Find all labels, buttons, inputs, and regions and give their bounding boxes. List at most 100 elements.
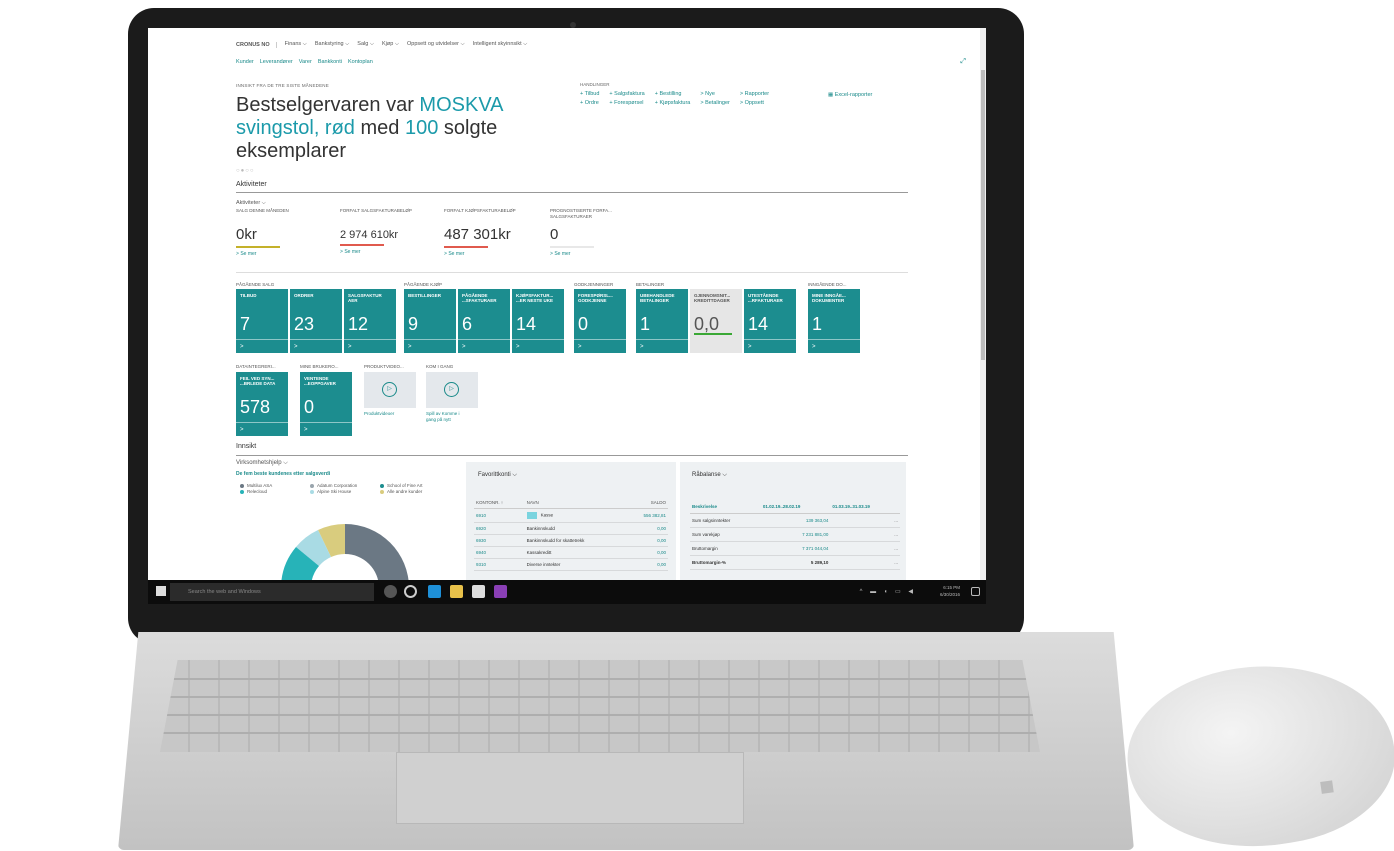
see-more-link[interactable]: > Se mer bbox=[550, 251, 640, 257]
getting-started-tile[interactable]: ▷ bbox=[426, 372, 478, 408]
table-row[interactable]: Bruttomargin 7 371 044,04... bbox=[690, 541, 900, 556]
column-header[interactable]: 01.02.19..28.02.19 bbox=[760, 500, 831, 514]
column-header[interactable]: 01.03.19..31.03.19 bbox=[830, 500, 900, 514]
action-kjopsfaktura[interactable]: + Kjøpsfaktura bbox=[655, 100, 691, 106]
table-row[interactable]: 6940 Kassakreditt 0,00 bbox=[474, 546, 668, 559]
menu-bankstyring[interactable]: Bankstyring ⌵ bbox=[315, 41, 349, 48]
donut-chart[interactable] bbox=[278, 521, 412, 580]
company-name[interactable]: CRONUS NO bbox=[236, 41, 277, 48]
store-icon[interactable] bbox=[472, 585, 485, 598]
kpi-forecast[interactable]: PROGNOSTISERTE FORFA... SALGSFAKTURAER 0 … bbox=[550, 208, 640, 257]
chart-legend: Multilux ASA Adatum Corporation School o… bbox=[240, 483, 450, 494]
tile-salgsfakturaer[interactable]: SALGSFAKTUR AER 12 > bbox=[344, 289, 396, 353]
headline-eyebrow: INNSIKT FRA DE TRE SISTE MÅNEDENE bbox=[236, 83, 329, 88]
chart-subtitle: De fem beste kundenes etter salgsverdi bbox=[236, 471, 331, 477]
trial-balance-table: Beskrivelse 01.02.19..28.02.19 01.03.19.… bbox=[690, 500, 900, 570]
action-oppsett[interactable]: > Oppsett bbox=[740, 100, 769, 106]
taskbar-search-box[interactable]: Search the web and Windows bbox=[170, 583, 374, 601]
table-row[interactable]: Bruttomargin-% 5 289,10... bbox=[690, 555, 900, 570]
tile-ubehandlede-betalinger[interactable]: UBEHANDLEDE BETALINGER 1 > bbox=[636, 289, 688, 353]
table-row[interactable]: 9310 Diverse inntekter 0,00 bbox=[474, 558, 668, 571]
action-rapporter[interactable]: > Rapporter bbox=[740, 91, 769, 97]
action-bestilling[interactable]: + Bestilling bbox=[655, 91, 691, 97]
link-leverandorer[interactable]: Leverandører bbox=[260, 59, 293, 65]
tile-tilbud[interactable]: TILBUD 7 > bbox=[236, 289, 288, 353]
kpi-overdue-purchase[interactable]: FORFALT KJØPSFAKTURABELØP 487 301kr > Se … bbox=[444, 208, 544, 257]
tile-kjopsfakturaer-neste-uke[interactable]: KJØPSFAKTUR... ...ER NESTE UKE 14 > bbox=[512, 289, 564, 353]
expand-icon[interactable]: ⤢ bbox=[960, 58, 966, 66]
notification-icon[interactable] bbox=[971, 587, 980, 596]
action-betalinger[interactable]: > Betalinger bbox=[700, 100, 730, 106]
see-more-link[interactable]: > Se mer bbox=[236, 251, 326, 257]
tile-ordrer[interactable]: ORDRER 23 > bbox=[290, 289, 342, 353]
excel-icon: ▦ bbox=[828, 92, 834, 98]
getting-started-link[interactable]: Spill av Komme i gang på nytt bbox=[426, 411, 466, 422]
row-selector[interactable] bbox=[526, 512, 537, 519]
actions-panel: HANDLINGER + Tilbud + Salgsfaktura + Bes… bbox=[580, 82, 769, 106]
activities-subtitle[interactable]: Aktiviteter ⌵ bbox=[236, 200, 266, 207]
link-kontoplan[interactable]: Kontoplan bbox=[348, 59, 373, 65]
favorite-accounts-title[interactable]: Favorittkonti ⌵ bbox=[478, 472, 517, 479]
menu-kjop[interactable]: Kjøp ⌵ bbox=[382, 41, 399, 48]
group-godkjenninger: GODKJENNINGER bbox=[574, 282, 614, 287]
tile-kredittdager[interactable]: GJENNOMSNIT... KREDITTDAGER 0,0 bbox=[690, 289, 742, 353]
business-central-screen: CRONUS NO Finans ⌵ Bankstyring ⌵ Salg ⌵ … bbox=[148, 28, 986, 580]
table-row[interactable]: Sum salgsinntekter 139 363,04... bbox=[690, 513, 900, 528]
onenote-icon[interactable] bbox=[494, 585, 507, 598]
file-explorer-icon[interactable] bbox=[450, 585, 463, 598]
chart-title[interactable]: Virksomhetshjelp ⌵ bbox=[236, 460, 288, 467]
donut-slice-multilux[interactable] bbox=[345, 524, 409, 580]
link-kunder[interactable]: Kunder bbox=[236, 59, 254, 65]
menu-oppsett[interactable]: Oppsett og utvidelser ⌵ bbox=[407, 41, 465, 48]
device-photo: CRONUS NO Finans ⌵ Bankstyring ⌵ Salg ⌵ … bbox=[0, 0, 1394, 851]
product-videos-link[interactable]: Produktvideoer bbox=[364, 411, 416, 417]
kpi-sales-month[interactable]: SALG DENNE MÅNEDEN 0kr > Se mer bbox=[236, 208, 326, 257]
quick-links: Kunder Leverandører Varer Bankkonti Kont… bbox=[236, 59, 373, 65]
link-varer[interactable]: Varer bbox=[299, 59, 312, 65]
scrollbar[interactable] bbox=[980, 28, 986, 580]
see-more-link[interactable]: > Se mer bbox=[444, 251, 544, 257]
column-header[interactable]: KONTONR. ↑ bbox=[474, 497, 525, 509]
windows-start-icon[interactable] bbox=[156, 586, 166, 596]
favorite-accounts-table: KONTONR. ↑ NAVN SALDO 6910 Kasse 556 382,8… bbox=[474, 497, 668, 571]
kpi-overdue-sales[interactable]: FORFALT SALGSFAKTURABELØP 2 974 610kr > S… bbox=[340, 208, 430, 255]
menu-salg[interactable]: Salg ⌵ bbox=[357, 41, 374, 48]
column-header[interactable]: SALDO bbox=[624, 497, 668, 509]
table-row[interactable]: 6910 Kasse 556 382,81 bbox=[474, 508, 668, 523]
carousel-dots[interactable]: ○●○○ bbox=[236, 168, 255, 174]
column-header[interactable]: Beskrivelse bbox=[690, 500, 761, 514]
tile-mine-dokumenter[interactable]: MINE INNGÅE... DOKUMENTER 1 > bbox=[808, 289, 860, 353]
group-betalinger: BETALINGER bbox=[636, 282, 665, 287]
action-nye[interactable]: > Nye bbox=[700, 91, 730, 97]
trial-balance-title[interactable]: Råbalanse ⌵ bbox=[692, 472, 727, 479]
system-tray-icons[interactable]: ^ ▬ ◖ ▭ ◀ bbox=[860, 588, 916, 595]
see-more-link[interactable]: > Se mer bbox=[340, 249, 430, 255]
action-excel-reports[interactable]: ▦ Excel-rapporter bbox=[828, 92, 872, 98]
table-row[interactable]: 6920 Bankinnskudd 0,00 bbox=[474, 522, 668, 535]
action-foresporsel[interactable]: + Forespørsel bbox=[609, 100, 644, 106]
table-row[interactable]: Sum varekjøp 7 231 881,00... bbox=[690, 527, 900, 542]
scrollbar-thumb[interactable] bbox=[981, 70, 985, 360]
action-ordre[interactable]: + Ordre bbox=[580, 100, 599, 106]
action-tilbud[interactable]: + Tilbud bbox=[580, 91, 599, 97]
tile-bestillinger[interactable]: BESTILLINGER 9 > bbox=[404, 289, 456, 353]
tile-pagaende-fakturaer[interactable]: PÅGÅENDE ...SFAKTURAER 6 > bbox=[458, 289, 510, 353]
taskbar-clock[interactable]: 6:15 PM 6/30/2016 bbox=[940, 584, 960, 598]
tile-synkfeil[interactable]: FEIL VED SYN... ...BRLEDE DATA 578 > bbox=[236, 372, 288, 436]
table-row[interactable]: 6930 Bankinnskudd for skattetrekk 0,00 bbox=[474, 534, 668, 547]
mouse bbox=[1116, 648, 1394, 851]
action-salgsfaktura[interactable]: + Salgsfaktura bbox=[609, 91, 644, 97]
legend-item: School of Fine Art bbox=[380, 483, 450, 488]
cortana-icon[interactable] bbox=[404, 585, 417, 598]
menu-skyinnsikt[interactable]: Intelligent skyinnsikt ⌵ bbox=[473, 41, 528, 48]
tile-ventende-oppgaver[interactable]: VENTENDE ...EOPPGAVER 0 > bbox=[300, 372, 352, 436]
link-bankkonti[interactable]: Bankkonti bbox=[318, 59, 342, 65]
tile-utestaende-fakturaer[interactable]: UTESTÅENDE ...RFAKTURAER 14 > bbox=[744, 289, 796, 353]
play-icon: ▷ bbox=[444, 382, 459, 397]
microphone-icon[interactable] bbox=[384, 585, 397, 598]
edge-icon[interactable] bbox=[428, 585, 441, 598]
product-videos-tile[interactable]: ▷ bbox=[364, 372, 416, 408]
tile-foresporsler[interactable]: FORESPØRSL... GODKJENNE 0 > bbox=[574, 289, 626, 353]
menu-finans[interactable]: Finans ⌵ bbox=[285, 41, 307, 48]
column-header[interactable]: NAVN bbox=[524, 497, 625, 509]
